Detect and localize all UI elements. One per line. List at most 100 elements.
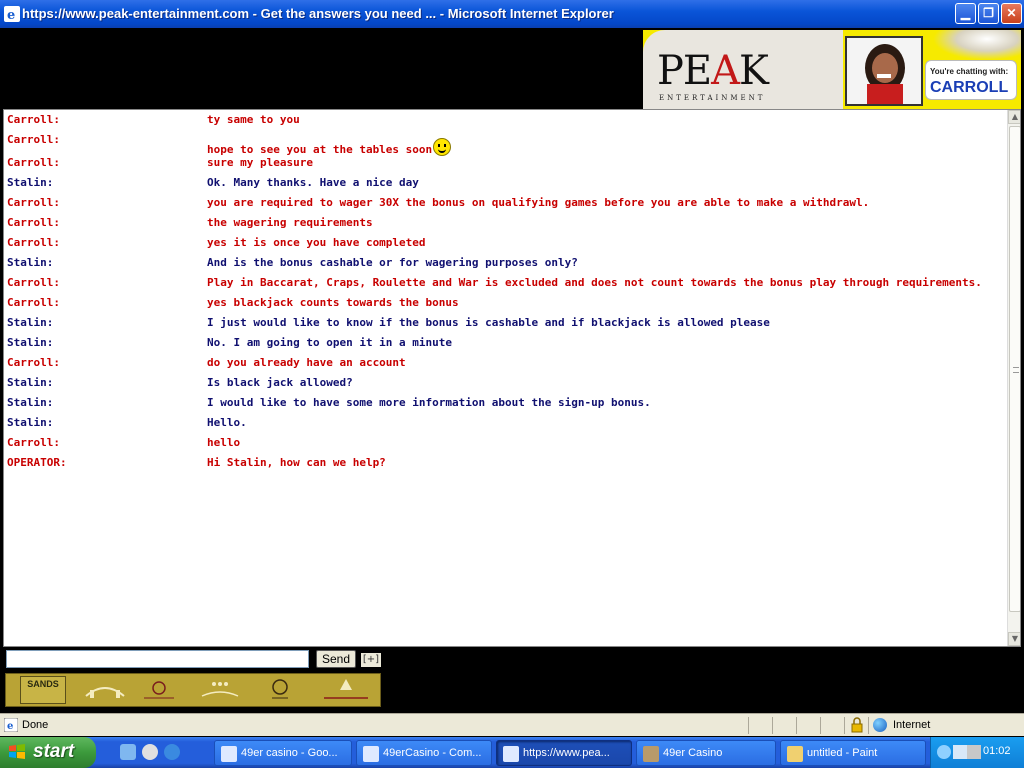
internet-explorer-icon bbox=[221, 746, 237, 762]
sponsor-strip[interactable]: SANDS bbox=[5, 673, 381, 707]
chat-transcript[interactable]: Carroll: ty same to you Carroll: hope to se… bbox=[3, 109, 1021, 647]
windows-flag-icon bbox=[9, 744, 25, 759]
message-sender: Stalin: bbox=[7, 176, 54, 189]
taskbar-button[interactable]: 49er Casino bbox=[636, 740, 776, 766]
agent-name: CARROLL bbox=[930, 79, 1009, 96]
logo-text-right: K bbox=[739, 48, 769, 94]
casino-app-icon bbox=[643, 746, 659, 762]
message-text: hello bbox=[207, 436, 240, 449]
decorative-swirl bbox=[933, 30, 1021, 60]
page-done-icon: e bbox=[4, 718, 18, 732]
status-divider bbox=[748, 717, 749, 734]
chat-message-input[interactable] bbox=[6, 650, 309, 668]
network-icon[interactable] bbox=[953, 745, 967, 759]
status-divider bbox=[820, 717, 821, 734]
message-sender: Carroll: bbox=[7, 216, 60, 229]
chat-scrollbar[interactable]: ▲ ▼ bbox=[1007, 110, 1020, 646]
send-button[interactable]: Send bbox=[316, 650, 356, 668]
taskbar-button-label: untitled - Paint bbox=[807, 747, 878, 759]
message-body: Play in Baccarat, Craps, Roulette and Wa… bbox=[207, 276, 982, 289]
message-text: I just would like to know if the bonus i… bbox=[207, 316, 770, 329]
peak-logo: PEAK bbox=[657, 48, 769, 94]
taskbar-button[interactable]: https://www.pea... bbox=[496, 740, 632, 766]
media-player-icon[interactable] bbox=[142, 744, 158, 760]
message-body: Is black jack allowed? bbox=[207, 376, 353, 389]
secure-lock-icon[interactable] bbox=[850, 717, 864, 733]
taskbar-button[interactable]: 49er casino - Goo... bbox=[214, 740, 352, 766]
svg-text:e: e bbox=[7, 8, 15, 22]
message-sender: Carroll: bbox=[7, 276, 60, 289]
sponsor-logo-3[interactable] bbox=[134, 676, 184, 704]
agent-avatar bbox=[845, 36, 923, 106]
sponsor-logo-5[interactable] bbox=[254, 676, 306, 704]
message-body: yes it is once you have completed bbox=[207, 236, 426, 249]
message-text: hope to see you at the tables soon bbox=[207, 138, 452, 156]
internet-explorer-icon bbox=[503, 746, 519, 762]
message-text: No. I am going to open it in a minute bbox=[207, 336, 452, 349]
logo-text-accent: A bbox=[711, 48, 740, 94]
taskbar: start 49er casino - Goo... 49erCasino - C… bbox=[0, 737, 1024, 768]
taskbar-button-label: 49erCasino - Com... bbox=[383, 747, 482, 759]
status-divider bbox=[868, 717, 869, 734]
message-text: do you already have an account bbox=[207, 356, 406, 369]
close-button[interactable]: ✕ bbox=[1001, 3, 1022, 24]
status-divider bbox=[796, 717, 797, 734]
message-body: I just would like to know if the bonus i… bbox=[207, 316, 770, 329]
message-sender: OPERATOR: bbox=[7, 456, 67, 469]
scroll-down-arrow[interactable]: ▼ bbox=[1008, 632, 1020, 646]
logo-subtitle: ENTERTAINMENT bbox=[659, 94, 766, 102]
message-body: sure my pleasure bbox=[207, 156, 313, 169]
message-body: yes blackjack counts towards the bonus bbox=[207, 296, 459, 309]
window-title: https://www.peak-entertainment.com - Get… bbox=[22, 6, 614, 21]
message-text: yes it is once you have completed bbox=[207, 236, 426, 249]
status-divider bbox=[772, 717, 773, 734]
message-body: Hello. bbox=[207, 416, 247, 429]
message-text: Is black jack allowed? bbox=[207, 376, 353, 389]
message-sender: Carroll: bbox=[7, 133, 60, 146]
quick-launch bbox=[102, 743, 212, 763]
message-body: hope to see you at the tables soon bbox=[207, 143, 433, 156]
start-button[interactable]: start bbox=[0, 737, 96, 768]
taskbar-button[interactable]: 49erCasino - Com... bbox=[356, 740, 492, 766]
message-sender: Carroll: bbox=[7, 236, 60, 249]
chatting-with-label: You're chatting with: bbox=[930, 67, 1009, 76]
status-bar: e Done Internet bbox=[0, 713, 1024, 736]
message-text: ty same to you bbox=[207, 113, 300, 126]
logo-text-left: PE bbox=[657, 48, 712, 94]
chatting-with-box: You're chatting with: CARROLL bbox=[925, 60, 1017, 100]
message-sender: Stalin: bbox=[7, 416, 54, 429]
show-desktop-icon[interactable] bbox=[120, 744, 136, 760]
restore-button[interactable]: ❐ bbox=[978, 3, 999, 24]
window-titlebar[interactable]: e https://www.peak-entertainment.com - G… bbox=[0, 0, 1024, 28]
internet-explorer-icon bbox=[363, 746, 379, 762]
message-sender: Carroll: bbox=[7, 356, 60, 369]
minimize-button[interactable]: ▁ bbox=[955, 3, 976, 24]
internet-explorer-icon: e bbox=[4, 6, 20, 22]
sponsor-sands-logo[interactable]: SANDS bbox=[20, 676, 66, 704]
svg-text:e: e bbox=[7, 721, 13, 732]
message-text: And is the bonus cashable or for wagerin… bbox=[207, 256, 578, 269]
peak-branding-panel: PEAK ENTERTAINMENT You're chatting with:… bbox=[643, 30, 1021, 109]
clock: 01:02 bbox=[983, 745, 1011, 757]
scroll-thumb[interactable] bbox=[1009, 126, 1020, 612]
scroll-up-arrow[interactable]: ▲ bbox=[1008, 110, 1020, 124]
message-text: Hi Stalin, how can we help? bbox=[207, 456, 386, 469]
message-body: do you already have an account bbox=[207, 356, 406, 369]
message-body: Hi Stalin, how can we help? bbox=[207, 456, 386, 469]
sponsor-logo-6[interactable] bbox=[316, 676, 376, 704]
message-text: I would like to have some more informati… bbox=[207, 396, 651, 409]
message-text: the wagering requirements bbox=[207, 216, 373, 229]
browser-quicklaunch-icon[interactable] bbox=[164, 744, 180, 760]
message-sender: Stalin: bbox=[7, 376, 54, 389]
sponsor-logo-4[interactable] bbox=[194, 676, 246, 704]
message-body: you are required to wager 30X the bonus … bbox=[207, 196, 870, 209]
message-sender: Stalin: bbox=[7, 336, 54, 349]
volume-icon[interactable] bbox=[967, 745, 981, 759]
taskbar-button[interactable]: untitled - Paint bbox=[780, 740, 926, 766]
message-text: Ok. Many thanks. Have a nice day bbox=[207, 176, 419, 189]
security-zone-label: Internet bbox=[893, 719, 931, 731]
tray-expand-icon[interactable] bbox=[937, 745, 951, 759]
sponsor-logo-2[interactable] bbox=[80, 676, 130, 704]
expand-button[interactable]: [+] bbox=[361, 653, 381, 667]
status-divider bbox=[844, 717, 845, 734]
